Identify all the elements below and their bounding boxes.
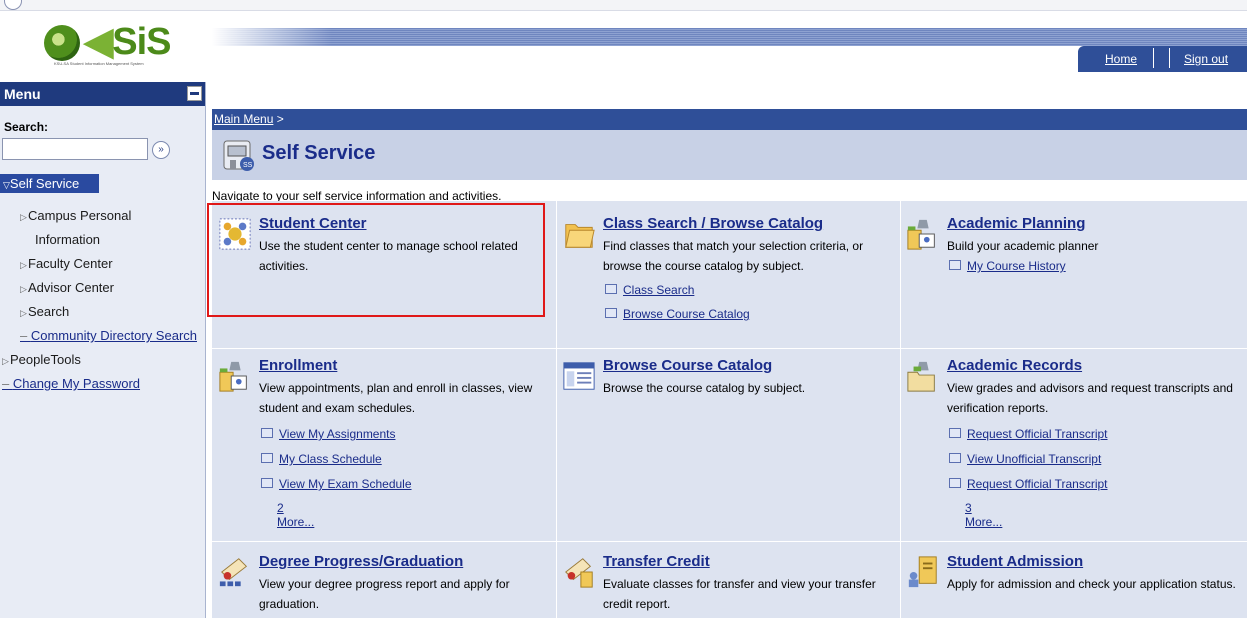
red-highlight-box	[207, 203, 545, 317]
academic-records-description: View grades and advisors and request tra…	[947, 381, 1233, 415]
browse-catalog-description: Browse the course catalog by subject.	[603, 381, 806, 395]
academic-records-link[interactable]: Academic Records	[947, 357, 1082, 374]
header-banner	[212, 28, 1247, 46]
sidebar-item-community-directory[interactable]: – Community Directory Search	[20, 328, 197, 343]
enrollment-description: View appointments, plan and enroll in cl…	[259, 381, 533, 415]
browse-course-catalog-title-link[interactable]: Browse Course Catalog	[603, 357, 772, 374]
sidebar-item-change-password[interactable]: – Change My Password	[2, 376, 140, 391]
self-service-icon: SS	[223, 140, 254, 171]
search-label: Search:	[4, 120, 49, 134]
menu-title: Menu	[4, 86, 41, 102]
sidebar-item-campus-personal-line2[interactable]: Information	[35, 232, 100, 247]
row-divider	[212, 348, 1247, 349]
page-header: SS Self Service	[212, 130, 1247, 180]
academic-records-icon[interactable]	[905, 359, 941, 393]
class-search-catalog-link[interactable]: Class Search / Browse Catalog	[603, 215, 823, 232]
breadcrumb-separator: >	[276, 112, 284, 126]
logo-emblem-icon	[44, 25, 80, 61]
sidebar-item-campus-personal[interactable]: ▷Campus Personal	[20, 208, 131, 223]
row-divider	[212, 541, 1247, 542]
main-content: Main Menu > SS Self Service Navigate to …	[212, 109, 1247, 618]
sis-logo: ◀SiS KSU-SA Student Information Manageme…	[44, 21, 171, 67]
collapsed-triangle-icon: ▷	[20, 284, 27, 294]
list-icon	[949, 260, 961, 270]
request-official-transcript-link[interactable]: Request Official Transcript	[949, 427, 1108, 441]
transfer-credit-link[interactable]: Transfer Credit	[603, 553, 710, 570]
search-go-icon[interactable]: »	[152, 141, 170, 159]
list-icon	[605, 284, 617, 294]
logo-wordmark: ◀SiS	[84, 21, 171, 63]
collapsed-triangle-icon: ▷	[20, 212, 27, 222]
student-admission-icon[interactable]	[905, 555, 941, 589]
enrollment-more-link[interactable]: 2 More...	[277, 501, 314, 529]
student-admission-link[interactable]: Student Admission	[947, 553, 1083, 570]
sidebar-item-faculty-center[interactable]: ▷Faculty Center	[20, 256, 113, 271]
collapsed-triangle-icon: ▷	[20, 260, 27, 270]
sidebar-item-advisor-center[interactable]: ▷Advisor Center	[20, 280, 114, 295]
collapsed-triangle-icon: ▷	[2, 356, 9, 366]
logo-tagline: KSU-SA Student Information Management Sy…	[54, 61, 144, 66]
col-divider	[900, 201, 901, 618]
nav-divider	[1153, 48, 1154, 68]
collapsed-triangle-icon: ▷	[20, 308, 27, 318]
catalog-window-icon[interactable]	[561, 359, 597, 393]
expanded-triangle-icon: ▽	[3, 180, 10, 190]
menu-search-input[interactable]	[2, 138, 148, 160]
breadcrumb: Main Menu >	[212, 109, 1247, 130]
enrollment-icon[interactable]	[217, 359, 253, 393]
home-link[interactable]: Home	[1105, 52, 1137, 66]
academic-records-more-link[interactable]: 3 More...	[965, 501, 1002, 529]
list-icon	[261, 428, 273, 438]
class-search-link[interactable]: Class Search	[605, 283, 694, 297]
menu-header: Menu	[0, 82, 205, 106]
sidebar-item-search[interactable]: ▷Search	[20, 304, 69, 319]
my-class-schedule-link[interactable]: My Class Schedule	[261, 452, 382, 466]
academic-planning-link[interactable]: Academic Planning	[947, 215, 1085, 232]
degree-progress-link[interactable]: Degree Progress/Graduation	[259, 553, 463, 570]
class-search-description: Find classes that match your selection c…	[603, 239, 864, 273]
breadcrumb-main-menu[interactable]: Main Menu	[214, 112, 273, 126]
nav-divider	[1169, 48, 1170, 68]
view-my-assignments-link[interactable]: View My Assignments	[261, 427, 396, 441]
list-icon	[261, 453, 273, 463]
sidebar-item-peopletools[interactable]: ▷PeopleTools	[2, 352, 81, 367]
svg-text:SS: SS	[243, 162, 253, 169]
academic-planning-icon[interactable]	[905, 217, 941, 251]
page-title: Self Service	[262, 142, 376, 164]
transfer-credit-description: Evaluate classes for transfer and view y…	[603, 577, 876, 611]
folder-icon[interactable]	[561, 217, 597, 251]
my-course-history-link[interactable]: My Course History	[949, 259, 1066, 273]
student-admission-description: Apply for admission and check your appli…	[947, 577, 1236, 591]
transfer-credit-icon[interactable]	[561, 555, 597, 589]
view-my-exam-schedule-link[interactable]: View My Exam Schedule	[261, 477, 412, 491]
list-icon	[261, 478, 273, 488]
request-official-transcript-link[interactable]: Request Official Transcript	[949, 477, 1108, 491]
collapse-menu-icon[interactable]	[187, 86, 202, 101]
sign-out-link[interactable]: Sign out	[1184, 52, 1228, 66]
sidebar-item-self-service[interactable]: ▽Self Service	[0, 174, 99, 193]
list-icon	[949, 478, 961, 488]
diploma-icon[interactable]	[217, 555, 253, 589]
enrollment-link[interactable]: Enrollment	[259, 357, 337, 374]
list-icon	[949, 453, 961, 463]
browse-course-catalog-link[interactable]: Browse Course Catalog	[605, 307, 750, 321]
header-nav: Home Sign out	[1078, 46, 1247, 72]
academic-planning-description: Build your academic planner	[947, 239, 1099, 253]
top-strip	[0, 0, 1247, 11]
list-icon	[949, 428, 961, 438]
degree-progress-description: View your degree progress report and app…	[259, 577, 510, 611]
left-menu: Menu Search: » ▽Self Service ▷Campus Per…	[0, 82, 206, 618]
list-icon	[605, 308, 617, 318]
view-unofficial-transcript-link[interactable]: View Unofficial Transcript	[949, 452, 1101, 466]
